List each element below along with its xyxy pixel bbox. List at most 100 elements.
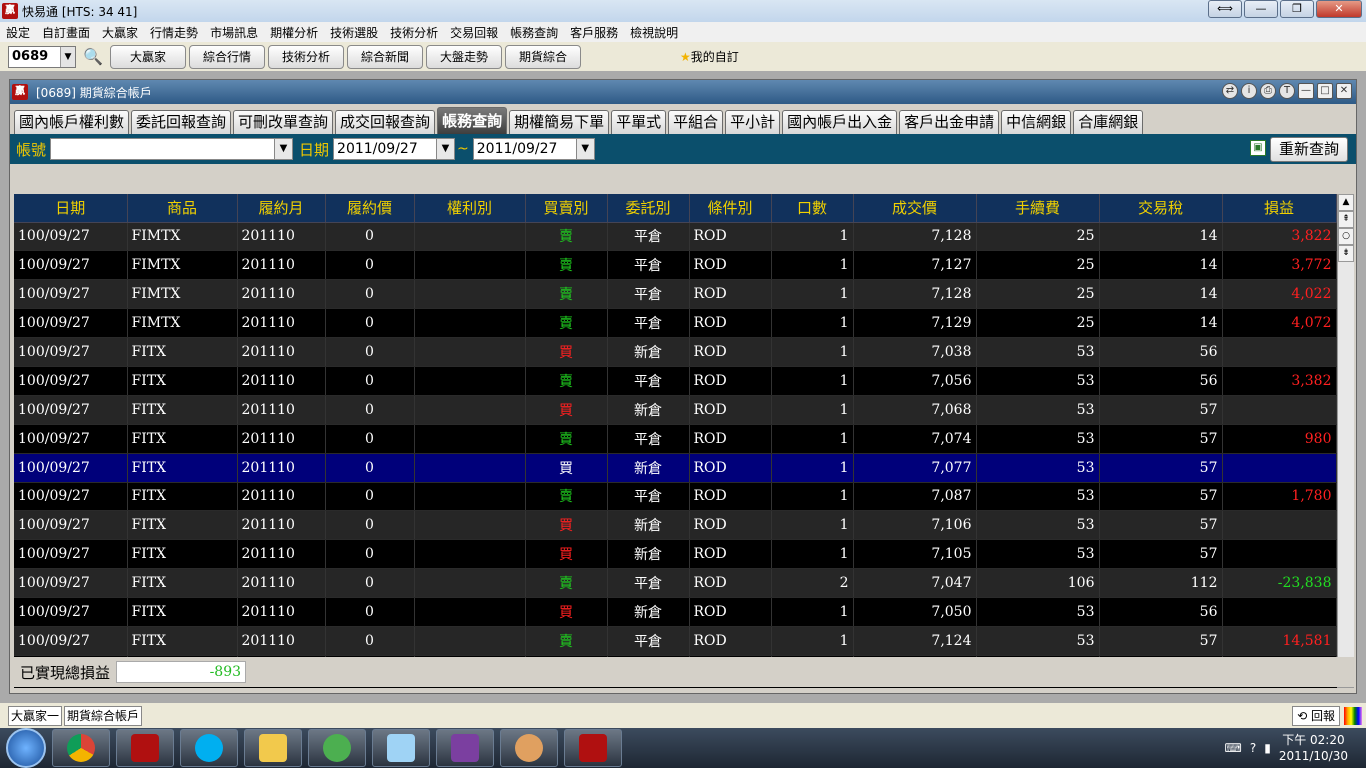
chevron-down-icon[interactable]: ▼ [575, 139, 594, 159]
menu-market-news[interactable]: 市場訊息 [204, 24, 264, 41]
table-row[interactable]: 100/09/27 FIMTX 201110 0 賣平倉 ROD 1 7,128 25 14 4,0… [14, 279, 1337, 310]
table-row[interactable]: 100/09/27 FIMTX 201110 0 賣平倉 ROD 1 7,129 25 14 4,0… [14, 308, 1337, 339]
table-row[interactable]: 100/09/27 FITX 201110 0 買新倉 ROD 1 7,106 53 57 [14, 510, 1337, 541]
quotes-button[interactable]: 綜合行情 [189, 44, 265, 69]
table-row[interactable]: 100/09/27 FITX 201110 0 買新倉 ROD 1 7,068 53 57 [14, 395, 1337, 425]
scroll-center-icon[interactable]: ○ [1338, 228, 1354, 245]
table-row[interactable]: 100/09/27 FIMTX 201110 0 賣平倉 ROD 1 7,128 25 14 3,8… [14, 222, 1337, 252]
network-icon[interactable]: ▮ [1264, 741, 1271, 755]
taskbar-skype[interactable] [180, 729, 238, 767]
tab-tcb-bank[interactable]: 合庫網銀 [1073, 110, 1144, 134]
scroll-top-icon[interactable]: ⇞ [1338, 211, 1354, 228]
tab-fill-report[interactable]: 成交回報查詢 [335, 110, 436, 134]
column-header-condition[interactable]: 條件別 [689, 194, 772, 223]
table-row[interactable]: 100/09/27 FITX 201110 0 賣平倉 ROD 2 7,047 106 112 -2… [14, 568, 1337, 599]
close-button[interactable]: ✕ [1316, 0, 1362, 18]
menu-settings[interactable]: 設定 [0, 24, 36, 41]
print-icon[interactable]: ⎙ [1260, 83, 1276, 99]
link-icon[interactable]: ⇄ [1222, 83, 1238, 99]
menu-help[interactable]: 檢視說明 [624, 24, 684, 41]
account-select[interactable]: ▼ [50, 138, 294, 160]
menu-account-query[interactable]: 帳務查詢 [504, 24, 564, 41]
color-palette-icon[interactable] [1344, 707, 1362, 725]
taskbar-messenger[interactable] [308, 729, 366, 767]
table-row[interactable]: 100/09/27 FITX 201110 0 買新倉 ROD 1 7,105 53 57 [14, 539, 1337, 570]
table-row[interactable]: 100/09/27 FITX 201110 0 賣平倉 ROD 1 7,056 53 56 3,38… [14, 366, 1337, 396]
news-button[interactable]: 綜合新聞 [347, 44, 423, 69]
taskbar-chrome[interactable] [52, 729, 110, 767]
chevron-down-icon[interactable]: ▼ [60, 46, 75, 67]
close-icon[interactable]: ✕ [1336, 83, 1352, 99]
task-winner[interactable]: 大贏家一 [8, 705, 63, 726]
minimize-button[interactable]: — [1244, 0, 1278, 18]
table-row[interactable]: 100/09/27 FITX 201110 0 賣平倉 ROD 1 7,124 53 57 14,5… [14, 626, 1337, 656]
taskbar-winrar[interactable] [436, 729, 494, 767]
tab-domestic-rights[interactable]: 國內帳戶權利數 [14, 110, 130, 134]
column-header-order-type[interactable]: 委託別 [607, 194, 690, 223]
winner-button[interactable]: 大贏家 [110, 44, 186, 69]
scroll-bottom-icon[interactable]: ⇟ [1338, 245, 1354, 262]
start-button[interactable] [6, 728, 46, 768]
taskbar-trading-app-2[interactable] [564, 729, 622, 767]
title-icon[interactable]: T [1279, 83, 1295, 99]
tab-domestic-transfer[interactable]: 國內帳戶出入金 [782, 110, 898, 134]
menu-trade-report[interactable]: 交易回報 [444, 24, 504, 41]
info-icon[interactable]: i [1241, 83, 1257, 99]
tab-options-order[interactable]: 期權簡易下單 [509, 110, 610, 134]
date-to-picker[interactable]: 2011/09/27 ▼ [472, 138, 595, 160]
vertical-scrollbar[interactable]: ▲ ⇞ ○ ⇟ ▼ [1337, 194, 1354, 688]
table-row[interactable]: 100/09/27 FITX 201110 0 賣平倉 ROD 1 7,087 53 57 1,78… [14, 482, 1337, 512]
column-header-pnl[interactable]: 損益 [1222, 194, 1337, 223]
tab-cancelable-orders[interactable]: 可刪改單查詢 [233, 110, 334, 134]
column-header-contract-month[interactable]: 履約月 [237, 194, 326, 223]
menu-custom-screen[interactable]: 自訂畫面 [36, 24, 96, 41]
column-header-strike[interactable]: 履約價 [325, 194, 415, 223]
column-header-right-type[interactable]: 權利別 [414, 194, 526, 223]
column-header-product[interactable]: 商品 [127, 194, 238, 223]
search-icon[interactable]: 🔍 [82, 46, 104, 68]
favorites-link[interactable]: ★我的自訂 [680, 48, 739, 65]
menu-quotes[interactable]: 行情走勢 [144, 24, 204, 41]
report-button[interactable]: ⟲ 回報 [1292, 706, 1340, 726]
tab-close-combo[interactable]: 平組合 [668, 110, 724, 134]
table-row[interactable]: 100/09/27 FITX 201110 0 賣平倉 ROD 1 7,074 53 57 980 [14, 424, 1337, 454]
taskbar-notepad[interactable] [372, 729, 430, 767]
table-row[interactable]: 100/09/27 FITX 201110 0 買新倉 ROD 1 7,050 53 56 [14, 597, 1337, 627]
table-row[interactable]: 100/09/27 FITX 201110 0 買新倉 ROD 1 7,038 53 56 [14, 337, 1337, 367]
tab-close-subtotal[interactable]: 平小計 [725, 110, 781, 134]
taskbar-paint[interactable] [500, 729, 558, 767]
date-from-picker[interactable]: 2011/09/27 ▼ [333, 138, 456, 160]
maximize-icon[interactable]: □ [1317, 83, 1333, 99]
menu-winner[interactable]: 大贏家 [96, 24, 144, 41]
minimize-icon[interactable]: — [1298, 83, 1314, 99]
tab-withdraw-request[interactable]: 客戶出金申請 [899, 110, 1000, 134]
taskbar-explorer[interactable] [244, 729, 302, 767]
taskbar-trading-app[interactable] [116, 729, 174, 767]
help-icon[interactable]: ? [1250, 741, 1256, 755]
chevron-down-icon[interactable]: ▼ [436, 139, 455, 159]
futures-button[interactable]: 期貨綜合 [505, 44, 581, 69]
requery-button[interactable]: 重新查詢 [1270, 137, 1348, 162]
menu-customer-service[interactable]: 客戶服務 [564, 24, 624, 41]
chevron-down-icon[interactable]: ▼ [274, 139, 293, 159]
menu-technical-analysis[interactable]: 技術分析 [384, 24, 444, 41]
tab-order-report[interactable]: 委託回報查詢 [131, 110, 232, 134]
tab-ctbc-bank[interactable]: 中信網銀 [1001, 110, 1072, 134]
column-header-price[interactable]: 成交價 [853, 194, 977, 223]
table-row[interactable]: 100/09/27 FITX 201110 0 買新倉 ROD 1 7,077 53 57 [14, 453, 1337, 483]
table-row[interactable]: 100/09/27 FIMTX 201110 0 賣平倉 ROD 1 7,127 25 14 3,7… [14, 250, 1337, 281]
code-combobox[interactable]: 0689 ▼ [8, 45, 76, 68]
market-trend-button[interactable]: 大盤走勢 [426, 44, 502, 69]
scroll-up-icon[interactable]: ▲ [1338, 194, 1354, 211]
menu-stock-screening[interactable]: 技術選股 [324, 24, 384, 41]
column-header-tax[interactable]: 交易稅 [1099, 194, 1223, 223]
maximize-button[interactable]: ❐ [1280, 0, 1314, 18]
column-header-qty[interactable]: 口數 [771, 194, 854, 223]
clock[interactable]: 下午 02:20 2011/10/30 [1279, 732, 1348, 764]
task-futures-account[interactable]: 期貨綜合帳戶 [64, 705, 143, 726]
column-header-side[interactable]: 買賣別 [525, 194, 608, 223]
menu-options-analysis[interactable]: 期權分析 [264, 24, 324, 41]
tab-account-query[interactable]: 帳務查詢 [437, 107, 508, 134]
switch-icon[interactable]: ⟺ [1208, 0, 1242, 18]
column-header-fee[interactable]: 手續費 [976, 194, 1100, 223]
